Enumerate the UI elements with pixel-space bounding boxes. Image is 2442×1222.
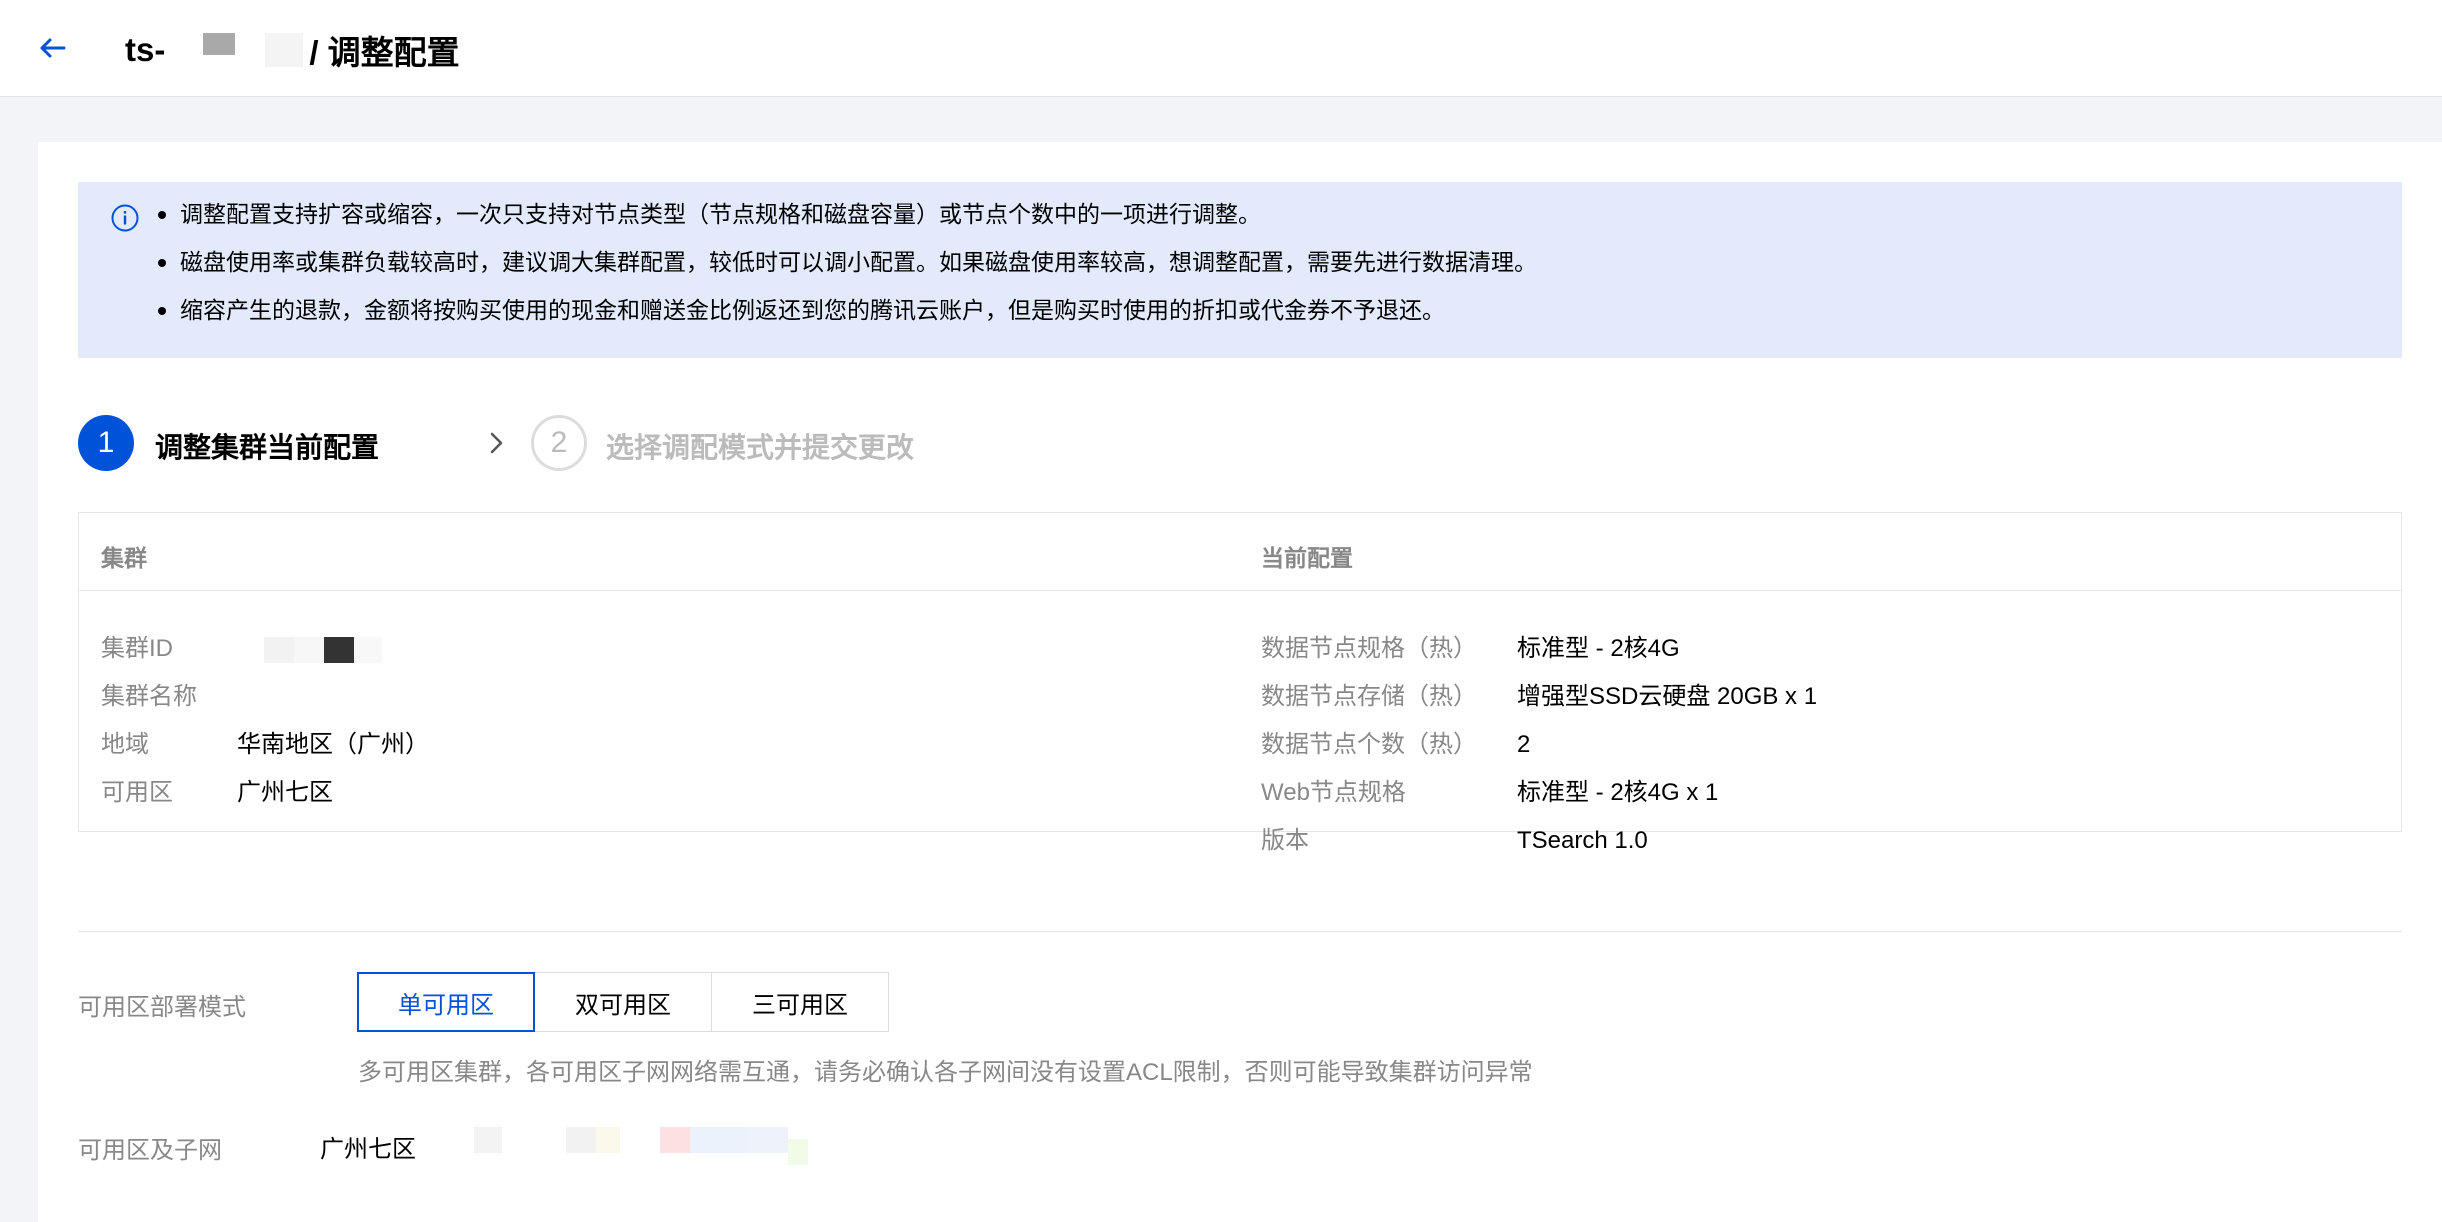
notice-line: 磁盘使用率或集群负载较高时，建议调大集群配置，较低时可以调小配置。如果磁盘使用率… <box>158 238 1537 286</box>
data-node-spec-value: 标准型 - 2核4G <box>1517 635 1680 662</box>
cluster-column-header: 集群 <box>101 545 147 571</box>
zone-value: 广州七区 <box>237 779 333 806</box>
config-table: 集群 当前配置 集群ID 集群名称 地域 华南地区（广州） 可用区 广州七区 数… <box>78 512 2402 854</box>
step-1-number: 1 <box>78 415 134 471</box>
redaction-mask <box>265 33 304 67</box>
notice-line: 调整配置支持扩容或缩容，一次只支持对节点类型（节点规格和磁盘容量）或节点个数中的… <box>158 190 1537 238</box>
top-header: ts- / 调整配置 <box>0 0 2442 97</box>
data-node-count-row: 数据节点个数（热） 2 <box>1261 721 2361 769</box>
cluster-name-label: 集群名称 <box>101 683 197 710</box>
data-node-storage-value: 增强型SSD云硬盘 20GB x 1 <box>1517 683 1818 710</box>
web-node-spec-label: Web节点规格 <box>1261 779 1406 806</box>
version-row: 版本 TSearch 1.0 <box>1261 817 2361 865</box>
dual-zone-option[interactable]: 双可用区 <box>534 972 712 1032</box>
data-node-count-label: 数据节点个数（热） <box>1261 731 1477 758</box>
zone-subnet-label: 可用区及子网 <box>78 1137 222 1164</box>
step-1-label: 调整集群当前配置 <box>155 432 380 463</box>
section-divider <box>78 931 2402 932</box>
region-value: 华南地区（广州） <box>237 731 429 758</box>
data-node-storage-row: 数据节点存储（热） 增强型SSD云硬盘 20GB x 1 <box>1261 673 2361 721</box>
deploy-mode-hint: 多可用区集群，各可用区子网网络需互通，请务必确认各子网间没有设置ACL限制，否则… <box>358 1059 1533 1086</box>
triple-zone-option[interactable]: 三可用区 <box>711 972 889 1032</box>
notice-line: 缩容产生的退款，金额将按购买使用的现金和赠送金比例返还到您的腾讯云账户，但是购买… <box>158 286 1537 334</box>
region-label: 地域 <box>101 731 149 758</box>
data-node-count-value: 2 <box>1517 731 1531 758</box>
zone-label: 可用区 <box>101 779 173 806</box>
page-title: ts- / 调整配置 <box>125 26 460 74</box>
zone-row: 可用区 广州七区 <box>101 769 801 817</box>
arrow-left-icon[interactable] <box>34 30 70 66</box>
data-node-spec-label: 数据节点规格（热） <box>1261 635 1477 662</box>
chevron-right-icon <box>490 432 503 454</box>
cluster-name-row: 集群名称 <box>101 673 801 721</box>
region-row: 地域 华南地区（广州） <box>101 721 801 769</box>
zone-subnet-value: 广州七区 <box>320 1136 416 1163</box>
redaction-mask <box>203 33 236 55</box>
redaction-mask <box>438 1127 838 1165</box>
deploy-mode-selector: 单可用区 双可用区 三可用区 <box>357 972 889 1032</box>
web-node-spec-value: 标准型 - 2核4G x 1 <box>1517 779 1719 806</box>
notice-list: 调整配置支持扩容或缩容，一次只支持对节点类型（节点规格和磁盘容量）或节点个数中的… <box>158 190 1537 334</box>
redaction-mask <box>264 637 384 663</box>
step-2-number: 2 <box>531 415 587 471</box>
data-node-storage-label: 数据节点存储（热） <box>1261 683 1477 710</box>
config-table-header: 集群 当前配置 <box>79 513 2401 591</box>
current-config-column-header: 当前配置 <box>1261 545 1353 571</box>
title-suffix: / 调整配置 <box>309 34 460 71</box>
data-node-spec-row: 数据节点规格（热） 标准型 - 2核4G <box>1261 625 2361 673</box>
deploy-mode-label: 可用区部署模式 <box>78 994 246 1021</box>
title-prefix: ts- <box>125 31 166 68</box>
web-node-spec-row: Web节点规格 标准型 - 2核4G x 1 <box>1261 769 2361 817</box>
version-label: 版本 <box>1261 827 1309 854</box>
single-zone-option[interactable]: 单可用区 <box>357 972 535 1032</box>
version-value: TSearch 1.0 <box>1517 827 1648 854</box>
cluster-id-row: 集群ID <box>101 625 801 673</box>
main-card: 调整配置支持扩容或缩容，一次只支持对节点类型（节点规格和磁盘容量）或节点个数中的… <box>38 142 2442 1222</box>
info-circle-icon <box>111 204 139 232</box>
cluster-id-label: 集群ID <box>101 635 173 662</box>
step-2-label: 选择调配模式并提交更改 <box>606 432 915 463</box>
